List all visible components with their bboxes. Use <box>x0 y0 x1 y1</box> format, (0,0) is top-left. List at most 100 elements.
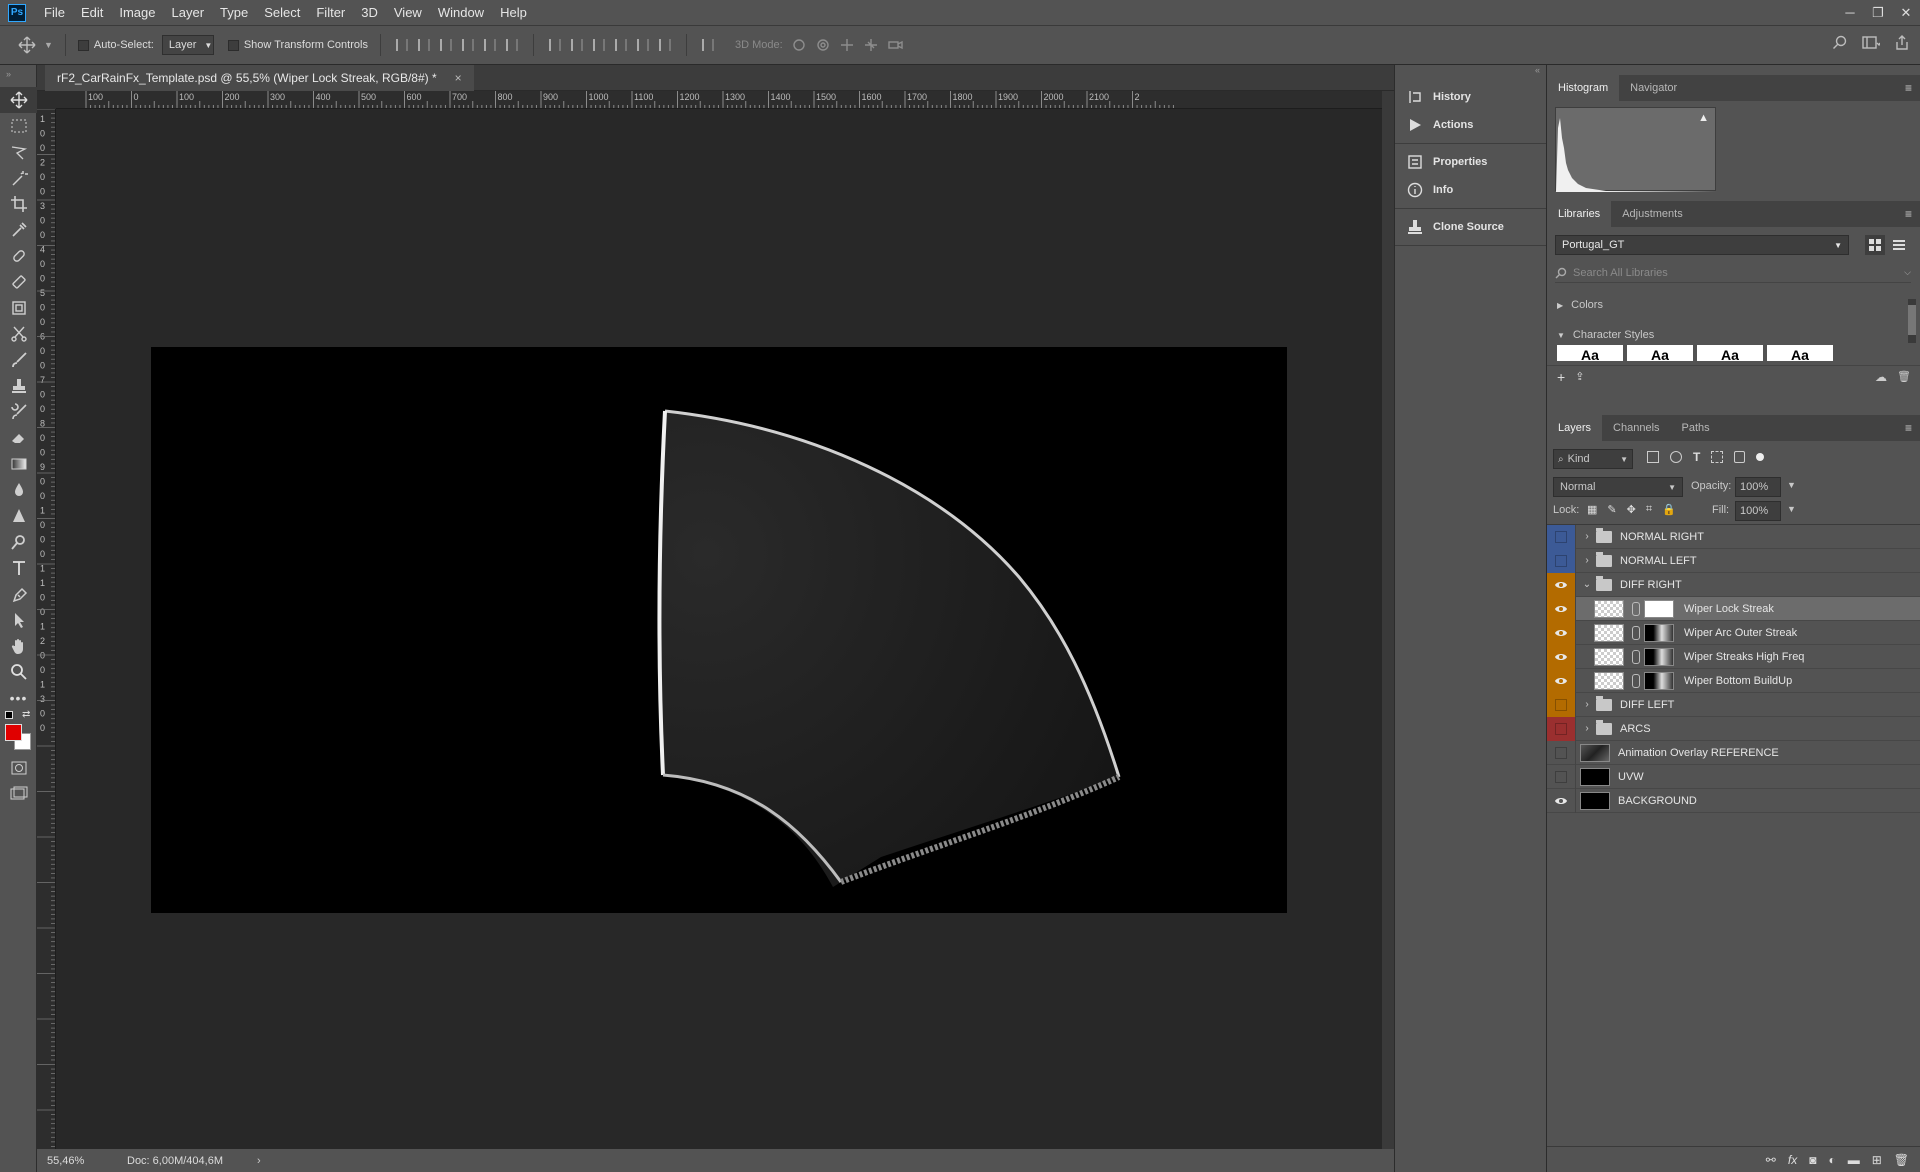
align-bottom-icon[interactable] <box>437 36 455 54</box>
menu-select[interactable]: Select <box>256 0 308 25</box>
tab-histogram[interactable]: Histogram <box>1547 75 1620 101</box>
visibility-toggle[interactable] <box>1547 740 1576 765</box>
show-transform-checkbox[interactable]: Show Transform Controls <box>227 39 368 51</box>
align-vcenter-icon[interactable] <box>415 36 433 54</box>
align-hcenter-icon[interactable] <box>481 36 499 54</box>
layer-group-row[interactable]: › NORMAL RIGHT <box>1547 524 1920 549</box>
auto-select-checkbox[interactable]: Auto-Select: <box>77 39 154 51</box>
layer-name[interactable]: BACKGROUND <box>1618 795 1697 807</box>
marquee-tool[interactable] <box>0 113 37 139</box>
quick-mask-icon[interactable] <box>0 755 37 781</box>
character-style-swatch[interactable]: Aa <box>1767 345 1833 361</box>
pen-tool[interactable] <box>0 581 37 607</box>
character-style-swatch[interactable]: Aa <box>1557 345 1623 361</box>
layer-name[interactable]: UVW <box>1618 771 1644 783</box>
visibility-toggle[interactable] <box>1547 668 1576 693</box>
vertical-ruler[interactable]: 1002003004005006007008009001000110012001… <box>37 109 56 1149</box>
list-view-icon[interactable] <box>1889 235 1909 255</box>
info-panel-button[interactable]: Info <box>1395 176 1546 204</box>
lock-transparent-icon[interactable]: ▦ <box>1587 503 1597 516</box>
layer-group-row[interactable]: › DIFF LEFT <box>1547 692 1920 717</box>
menu-3d[interactable]: 3D <box>353 0 386 25</box>
default-colors-icon[interactable] <box>5 711 13 719</box>
close-tab-icon[interactable]: × <box>455 71 462 85</box>
layer-thumbnail[interactable] <box>1580 743 1610 762</box>
adjustment-layer-icon[interactable]: ◐ <box>1828 1153 1835 1167</box>
history-brush-tool[interactable] <box>0 399 37 425</box>
eyedropper-tool[interactable] <box>0 217 37 243</box>
layer-row[interactable]: Animation Overlay REFERENCE <box>1547 740 1920 765</box>
ruler-origin[interactable] <box>37 91 56 109</box>
mask-thumbnail[interactable] <box>1644 647 1674 666</box>
link-icon[interactable] <box>1632 649 1640 664</box>
canvas-area[interactable] <box>56 109 1382 1149</box>
visibility-toggle[interactable] <box>1547 596 1576 621</box>
mask-thumbnail[interactable] <box>1644 671 1674 690</box>
align-left-icon[interactable] <box>459 36 477 54</box>
libraries-scrollbar[interactable] <box>1908 299 1916 343</box>
align-top-icon[interactable] <box>393 36 411 54</box>
filter-kind-dropdown[interactable]: ⌕ Kind ▼ <box>1553 449 1633 469</box>
layer-row[interactable]: Wiper Bottom BuildUp <box>1547 668 1920 693</box>
layer-name[interactable]: Animation Overlay REFERENCE <box>1618 747 1779 759</box>
layer-thumbnail[interactable] <box>1580 767 1610 786</box>
layer-thumbnail[interactable] <box>1594 623 1624 642</box>
horizontal-ruler[interactable]: 100 0 100 200 300 400 500 600 700 800 900 1000 1100 1… <box>56 91 1382 109</box>
tab-paths[interactable]: Paths <box>1671 415 1721 441</box>
layer-group-row[interactable]: › NORMAL LEFT <box>1547 548 1920 573</box>
fill-input[interactable]: 100% <box>1735 501 1781 521</box>
visibility-toggle[interactable] <box>1547 548 1576 573</box>
visibility-toggle[interactable] <box>1547 572 1576 597</box>
sharpen-tool[interactable] <box>0 503 37 529</box>
menu-edit[interactable]: Edit <box>73 0 111 25</box>
layer-row[interactable]: UVW <box>1547 764 1920 789</box>
type-tool[interactable] <box>0 555 37 581</box>
filter-pixel-icon[interactable] <box>1647 451 1659 463</box>
library-search[interactable]: Search All Libraries ⌵ <box>1555 263 1911 283</box>
grid-view-icon[interactable] <box>1865 235 1885 255</box>
layer-name[interactable]: ARCS <box>1620 723 1651 735</box>
collapse-icon[interactable]: « <box>1395 65 1546 79</box>
path-selection-tool[interactable] <box>0 607 37 633</box>
lock-all-icon[interactable]: 🔒 <box>1662 503 1676 516</box>
layer-group-row[interactable]: › ARCS <box>1547 716 1920 741</box>
tab-navigator[interactable]: Navigator <box>1619 75 1688 101</box>
visibility-toggle[interactable] <box>1547 764 1576 789</box>
brush-tool[interactable] <box>0 347 37 373</box>
document-canvas[interactable] <box>151 347 1287 913</box>
swap-colors-icon[interactable]: ⇄ <box>22 709 30 720</box>
visibility-toggle[interactable] <box>1547 644 1576 669</box>
layer-name[interactable]: Wiper Arc Outer Streak <box>1684 627 1797 639</box>
distribute-bottom-icon[interactable] <box>590 36 608 54</box>
blur-tool[interactable] <box>0 477 37 503</box>
document-tab[interactable]: rF2_CarRainFx_Template.psd @ 55,5% (Wipe… <box>45 65 474 91</box>
menu-window[interactable]: Window <box>430 0 492 25</box>
distribute-left-icon[interactable] <box>612 36 630 54</box>
character-style-swatch[interactable]: Aa <box>1697 345 1763 361</box>
minimize-icon[interactable]: ─ <box>1836 0 1864 25</box>
layer-name[interactable]: NORMAL LEFT <box>1620 555 1697 567</box>
zoom-level[interactable]: 55,46% <box>47 1155 127 1167</box>
auto-align-icon[interactable] <box>699 36 717 54</box>
layer-group-row[interactable]: ⌄ DIFF RIGHT <box>1547 572 1920 597</box>
layer-thumbnail[interactable] <box>1594 599 1624 618</box>
chevron-right-icon[interactable]: › <box>1580 531 1594 542</box>
link-icon[interactable] <box>1632 673 1640 688</box>
blend-mode-dropdown[interactable]: Normal ▼ <box>1553 477 1683 497</box>
3d-scale-icon[interactable] <box>887 37 903 53</box>
tab-channels[interactable]: Channels <box>1602 415 1670 441</box>
delete-layer-icon[interactable]: 🗑 <box>1894 1153 1909 1167</box>
restore-icon[interactable]: ❐ <box>1864 0 1892 25</box>
filter-smartobject-icon[interactable] <box>1734 451 1746 463</box>
link-layers-icon[interactable]: ⚯ <box>1766 1153 1776 1167</box>
visibility-toggle[interactable] <box>1547 716 1576 741</box>
layer-row[interactable]: BACKGROUND <box>1547 788 1920 813</box>
add-mask-icon[interactable]: ◙ <box>1809 1153 1816 1167</box>
magic-wand-tool[interactable] <box>0 165 37 191</box>
share-icon[interactable] <box>1894 35 1910 51</box>
3d-pan-icon[interactable] <box>839 37 855 53</box>
3d-orbit-icon[interactable] <box>791 37 807 53</box>
clone-source-panel-button[interactable]: Clone Source <box>1395 213 1546 241</box>
close-window-icon[interactable]: ✕ <box>1892 0 1920 25</box>
brush-tool-alt[interactable] <box>0 269 37 295</box>
